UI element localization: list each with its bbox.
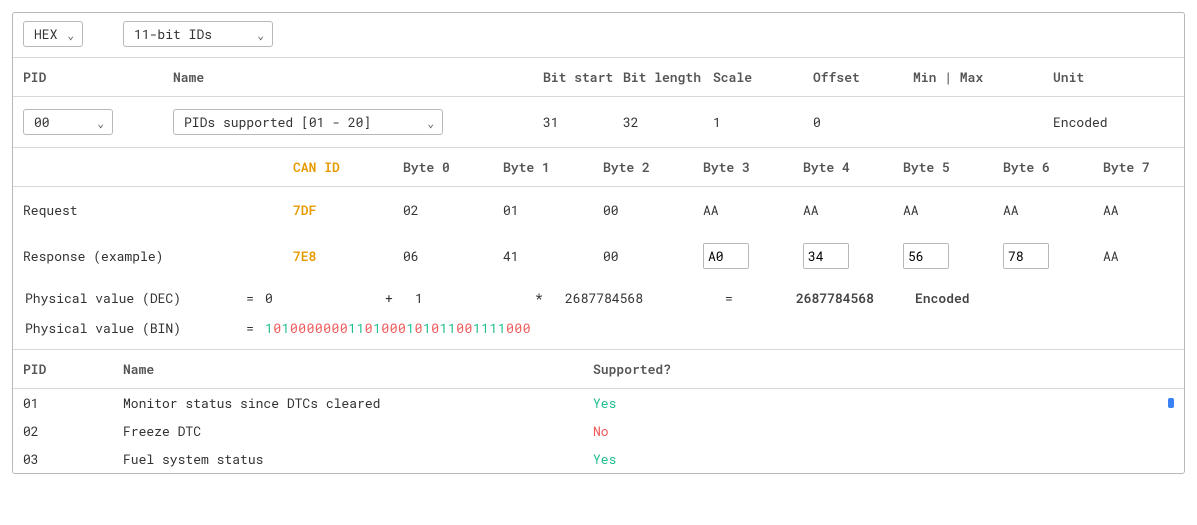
supported-header: PID Name Supported?: [13, 349, 1184, 389]
response-byte-3-input[interactable]: [703, 243, 749, 269]
support-status: No: [593, 422, 1154, 440]
id-width-value: 11-bit IDs: [134, 25, 212, 43]
supported-list: 01Monitor status since DTCs clearedYes02…: [13, 389, 1184, 473]
equals-sign-2: =: [725, 289, 755, 307]
request-row: Request 7DF 02 01 00 AA AA AA AA AA: [13, 187, 1184, 233]
request-label: Request: [23, 201, 293, 219]
request-byte-5: AA: [903, 201, 1003, 219]
equals-sign: =: [235, 289, 265, 307]
response-byte-7: AA: [1103, 247, 1174, 265]
physical-bin-row: Physical value (BIN) = 10100000001101000…: [13, 313, 1184, 349]
support-status: Yes: [593, 450, 1154, 468]
pid-name-select[interactable]: PIDs supported [01 - 20] ⌄: [173, 109, 443, 135]
physical-dec-offset: 0: [265, 289, 385, 307]
chevron-down-icon: ⌄: [97, 115, 104, 130]
pid-columns-header: PID Name Bit start Bit length Scale Offs…: [13, 57, 1184, 97]
format-select[interactable]: HEX ⌄: [23, 21, 83, 47]
table-row: 01Monitor status since DTCs clearedYes: [13, 389, 1184, 417]
bit-start-value: 31: [543, 113, 623, 131]
col-pid: PID: [23, 360, 123, 378]
support-pid: 03: [23, 450, 123, 468]
col-byte-6: Byte 6: [1003, 158, 1103, 176]
chevron-down-icon: ⌄: [257, 27, 264, 42]
id-width-select[interactable]: 11-bit IDs ⌄: [123, 21, 273, 47]
col-byte-1: Byte 1: [503, 158, 603, 176]
scale-value: 1: [713, 113, 813, 131]
col-unit: Unit: [1053, 68, 1173, 86]
response-row: Response (example) 7E8 06 41 00 AA: [13, 233, 1184, 283]
request-can-id: 7DF: [293, 201, 403, 219]
physical-dec-label: Physical value (DEC): [25, 289, 235, 307]
format-select-value: HEX: [34, 25, 57, 43]
support-name: Monitor status since DTCs cleared: [123, 394, 593, 412]
col-min-max: Min | Max: [913, 68, 1053, 86]
table-row: 02Freeze DTCNo: [13, 417, 1184, 445]
response-byte-4-input[interactable]: [803, 243, 849, 269]
support-pid: 01: [23, 394, 123, 412]
pid-select[interactable]: 00 ⌄: [23, 109, 113, 135]
request-byte-3: AA: [703, 201, 803, 219]
support-status: Yes: [593, 394, 1154, 412]
physical-dec-unit: Encoded: [915, 289, 970, 307]
request-byte-1: 01: [503, 201, 603, 219]
times-sign: *: [535, 289, 565, 307]
physical-dec-result: 2687784568: [755, 289, 915, 307]
col-byte-7: Byte 7: [1103, 158, 1174, 176]
plus-sign: +: [385, 289, 415, 307]
request-byte-6: AA: [1003, 201, 1103, 219]
support-name: Fuel system status: [123, 450, 593, 468]
col-byte-3: Byte 3: [703, 158, 803, 176]
pid-select-value: 00: [34, 113, 50, 131]
top-controls: HEX ⌄ 11-bit IDs ⌄: [13, 13, 1184, 57]
col-offset: Offset: [813, 68, 913, 86]
request-byte-2: 00: [603, 201, 703, 219]
response-label: Response (example): [23, 247, 293, 265]
physical-dec-raw: 2687784568: [565, 289, 725, 307]
chevron-down-icon: ⌄: [67, 27, 74, 42]
col-bit-start: Bit start: [543, 68, 623, 86]
equals-sign: =: [235, 319, 265, 337]
chevron-down-icon: ⌄: [427, 115, 434, 130]
col-can-id: CAN ID: [293, 158, 403, 176]
col-name: Name: [173, 68, 543, 86]
col-scale: Scale: [713, 68, 813, 86]
support-pid: 02: [23, 422, 123, 440]
col-pid: PID: [23, 68, 173, 86]
col-byte-0: Byte 0: [403, 158, 503, 176]
col-bit-length: Bit length: [623, 68, 713, 86]
physical-dec-row: Physical value (DEC) = 0 + 1 * 268778456…: [13, 283, 1184, 313]
physical-bin-label: Physical value (BIN): [25, 319, 235, 337]
table-row: 03Fuel system statusYes: [13, 445, 1184, 473]
col-byte-5: Byte 5: [903, 158, 1003, 176]
scrollbar-thumb[interactable]: [1168, 398, 1174, 408]
pid-name-value: PIDs supported [01 - 20]: [184, 113, 371, 131]
request-byte-4: AA: [803, 201, 903, 219]
byte-columns-header: CAN ID Byte 0 Byte 1 Byte 2 Byte 3 Byte …: [13, 148, 1184, 187]
col-byte-4: Byte 4: [803, 158, 903, 176]
support-name: Freeze DTC: [123, 422, 593, 440]
request-byte-7: AA: [1103, 201, 1174, 219]
col-byte-2: Byte 2: [603, 158, 703, 176]
response-byte-2: 00: [603, 247, 703, 265]
request-byte-0: 02: [403, 201, 503, 219]
col-supported: Supported?: [593, 360, 1154, 378]
col-name: Name: [123, 360, 593, 378]
response-byte-6-input[interactable]: [1003, 243, 1049, 269]
unit-value: Encoded: [1053, 113, 1173, 131]
offset-value: 0: [813, 113, 913, 131]
bit-length-value: 32: [623, 113, 713, 131]
response-byte-5-input[interactable]: [903, 243, 949, 269]
obd-decoder-panel: HEX ⌄ 11-bit IDs ⌄ PID Name Bit start Bi…: [12, 12, 1185, 474]
physical-bin-bits: 10100000001101000101011001111000: [265, 319, 531, 337]
physical-dec-scale: 1: [415, 289, 535, 307]
response-byte-1: 41: [503, 247, 603, 265]
response-byte-0: 06: [403, 247, 503, 265]
pid-value-row: 00 ⌄ PIDs supported [01 - 20] ⌄ 31 32 1 …: [13, 97, 1184, 148]
response-can-id: 7E8: [293, 247, 403, 265]
